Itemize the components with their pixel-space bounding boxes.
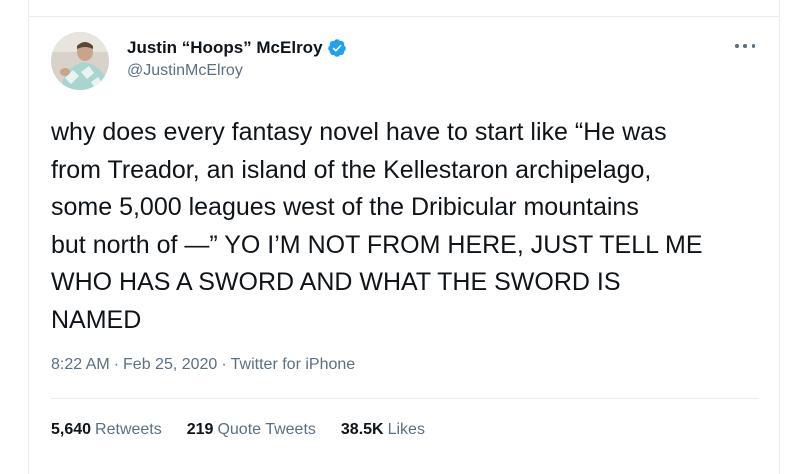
tweet-card: Justin “Hoops” McElroy @JustinMcElroy wh…	[28, 0, 780, 474]
retweets-label: Retweets	[95, 421, 162, 438]
display-name[interactable]: Justin “Hoops” McElroy	[127, 38, 323, 58]
retweets-count: 5,640	[51, 421, 92, 438]
tweet-date[interactable]: Feb 25, 2020	[123, 356, 217, 373]
meta-separator: ·	[113, 356, 120, 373]
top-divider	[29, 16, 779, 17]
tweet-line: but north of —” YO I’M NOT FROM HERE, JU…	[51, 230, 703, 259]
profile-photo-icon	[51, 32, 109, 90]
likes-label: Likes	[387, 421, 425, 438]
likes-stat[interactable]: 38.5K Likes	[341, 421, 425, 439]
verified-badge-icon	[327, 38, 347, 58]
retweets-stat[interactable]: 5,640 Retweets	[51, 421, 162, 439]
stats-divider	[51, 398, 759, 399]
quote-tweets-stat[interactable]: 219 Quote Tweets	[187, 421, 316, 439]
more-options-icon[interactable]	[735, 38, 755, 54]
meta-separator: ·	[221, 356, 227, 373]
tweet-line: from Treador, an island of the Kellestar…	[51, 155, 652, 184]
tweet-meta: 8:22 AM · Feb 25, 2020 · Twitter for iPhone	[51, 356, 355, 374]
tweet-line: NAMED	[51, 305, 142, 334]
tweet-line: why does every fantasy novel have to sta…	[51, 118, 667, 146]
name-row: Justin “Hoops” McElroy	[127, 36, 347, 60]
tweet-source[interactable]: Twitter for iPhone	[231, 356, 356, 373]
avatar[interactable]	[51, 32, 109, 90]
tweet-line: WHO HAS A SWORD AND WHAT THE SWORD IS	[51, 268, 621, 296]
likes-count: 38.5K	[340, 421, 384, 438]
quotes-count: 219	[186, 421, 214, 438]
tweet-time[interactable]: 8:22 AM	[51, 356, 110, 373]
author-handle[interactable]: @JustinMcElroy	[127, 62, 347, 80]
engagement-stats: 5,640 Retweets 219 Quote Tweets 38.5K Likes	[51, 421, 450, 439]
tweet-line: some 5,000 leagues west of the Dribicula…	[51, 193, 639, 221]
tweet-text: why does every fantasy novel have to sta…	[51, 114, 769, 339]
quotes-label: Quote Tweets	[217, 421, 316, 438]
author-info: Justin “Hoops” McElroy @JustinMcElroy	[127, 36, 347, 80]
